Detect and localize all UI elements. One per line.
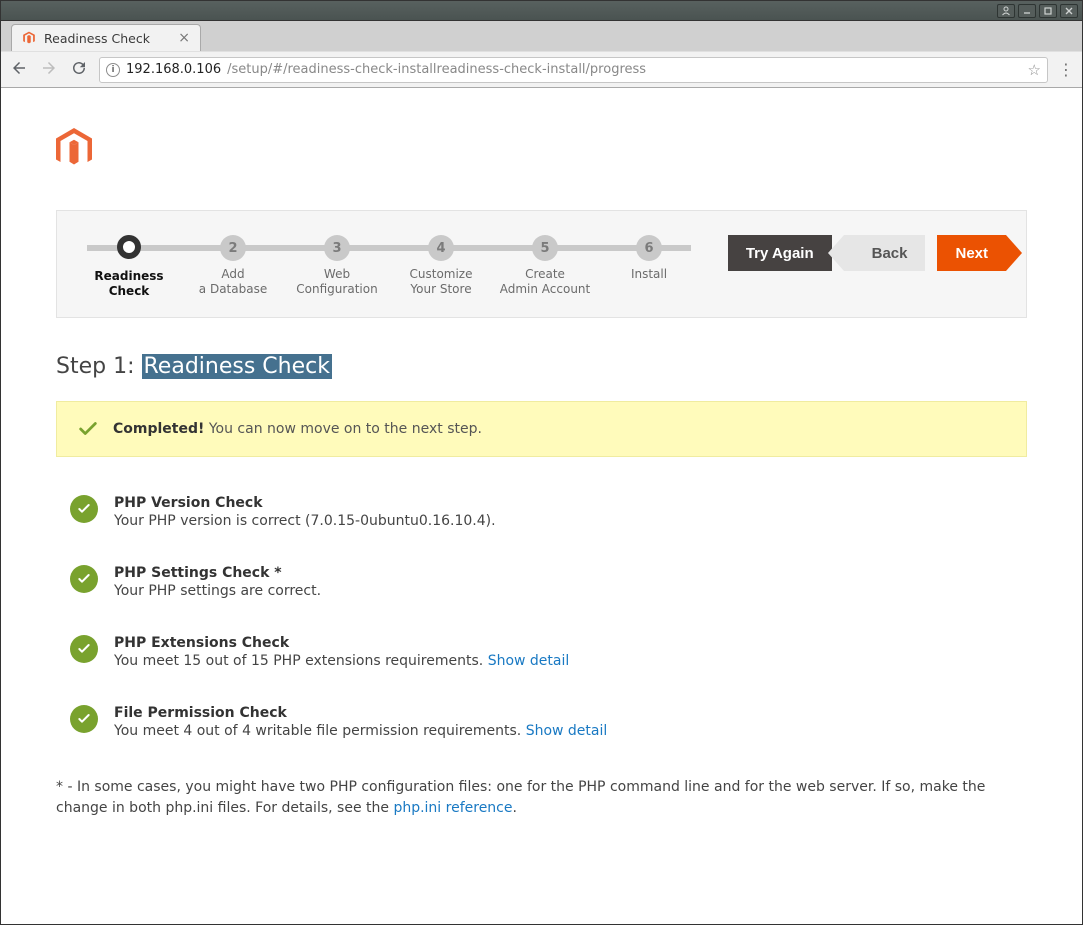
nav-forward-icon <box>39 59 59 81</box>
bookmark-star-icon[interactable]: ☆ <box>1028 61 1041 79</box>
page-title: Step 1: Readiness Check <box>56 354 1027 379</box>
url-path: /setup/#/readiness-check-installreadines… <box>227 62 646 77</box>
footnote-text-before: * - In some cases, you might have two PH… <box>56 779 985 816</box>
wizard-step-label: CreateAdmin Account <box>493 267 597 297</box>
magento-logo-icon <box>56 128 1027 170</box>
page-title-highlight: Readiness Check <box>142 354 332 379</box>
banner-strong: Completed! <box>113 421 204 437</box>
check-item: PHP Version Check Your PHP version is co… <box>56 481 1027 551</box>
os-maximize-button[interactable] <box>1039 4 1057 18</box>
check-title: File Permission Check <box>114 705 607 721</box>
wizard-step-3[interactable]: 3 WebConfiguration <box>285 235 389 297</box>
browser-toolbar: i 192.168.0.106/setup/#/readiness-check-… <box>1 51 1082 87</box>
wizard-actions: Try Again Back Next <box>728 235 1006 271</box>
site-info-icon[interactable]: i <box>106 63 120 77</box>
checkmark-icon <box>77 418 99 440</box>
wizard-step-6[interactable]: 6 Install <box>597 235 701 282</box>
page-scroll[interactable]: ReadinessCheck 2 Adda Database 3 WebConf… <box>1 88 1082 924</box>
check-title: PHP Extensions Check <box>114 635 569 651</box>
browser-menu-icon[interactable]: ⋮ <box>1058 60 1074 79</box>
wizard-step-dot: 6 <box>636 235 662 261</box>
try-again-button[interactable]: Try Again <box>728 235 832 271</box>
wizard-step-1[interactable]: ReadinessCheck <box>77 235 181 299</box>
phpini-reference-link[interactable]: php.ini reference <box>393 800 512 816</box>
check-title: PHP Version Check <box>114 495 496 511</box>
browser-tab-title: Readiness Check <box>44 31 150 46</box>
os-titlebar <box>1 1 1082 21</box>
check-item: PHP Extensions Check You meet 15 out of … <box>56 621 1027 691</box>
ok-badge-icon <box>70 495 98 523</box>
tab-close-icon[interactable]: × <box>178 30 190 46</box>
page-body: ReadinessCheck 2 Adda Database 3 WebConf… <box>1 88 1082 879</box>
ok-badge-icon <box>70 565 98 593</box>
banner-rest: You can now move on to the next step. <box>204 421 482 437</box>
os-user-button[interactable] <box>997 4 1015 18</box>
banner-text: Completed! You can now move on to the ne… <box>113 421 482 437</box>
wizard-step-4[interactable]: 4 CustomizeYour Store <box>389 235 493 297</box>
os-minimize-button[interactable] <box>1018 4 1036 18</box>
wizard-step-dot: 2 <box>220 235 246 261</box>
checks-list: PHP Version Check Your PHP version is co… <box>56 481 1027 761</box>
back-button[interactable]: Back <box>844 235 926 271</box>
next-button[interactable]: Next <box>937 235 1006 271</box>
check-item: PHP Settings Check * Your PHP settings a… <box>56 551 1027 621</box>
browser-tabbar: Readiness Check × <box>1 21 1082 51</box>
wizard-step-label: Install <box>597 267 701 282</box>
ok-badge-icon <box>70 705 98 733</box>
wizard-bar: ReadinessCheck 2 Adda Database 3 WebConf… <box>56 210 1027 318</box>
nav-reload-icon[interactable] <box>69 59 89 81</box>
ok-badge-icon <box>70 635 98 663</box>
wizard-step-dot: 3 <box>324 235 350 261</box>
wizard-step-dot: 5 <box>532 235 558 261</box>
wizard-step-label: CustomizeYour Store <box>389 267 493 297</box>
wizard-steps: ReadinessCheck 2 Adda Database 3 WebConf… <box>77 235 701 299</box>
wizard-step-label: Adda Database <box>181 267 285 297</box>
browser-chrome: Readiness Check × i 192.168.0.106/setup/… <box>1 21 1082 88</box>
check-desc: Your PHP version is correct (7.0.15-0ubu… <box>114 513 496 529</box>
check-desc: You meet 15 out of 15 PHP extensions req… <box>114 653 569 669</box>
url-host: 192.168.0.106 <box>126 62 221 77</box>
check-desc: You meet 4 out of 4 writable file permis… <box>114 723 607 739</box>
page-title-prefix: Step 1: <box>56 354 142 379</box>
check-title: PHP Settings Check * <box>114 565 321 581</box>
wizard-step-label: ReadinessCheck <box>77 269 181 299</box>
browser-tab[interactable]: Readiness Check × <box>11 24 201 51</box>
wizard-step-dot: 4 <box>428 235 454 261</box>
footnote: * - In some cases, you might have two PH… <box>56 777 1027 819</box>
wizard-step-label: WebConfiguration <box>285 267 389 297</box>
check-item: File Permission Check You meet 4 out of … <box>56 691 1027 761</box>
nav-back-icon[interactable] <box>9 59 29 81</box>
wizard-step-5[interactable]: 5 CreateAdmin Account <box>493 235 597 297</box>
magento-favicon-icon <box>22 31 36 45</box>
show-detail-link[interactable]: Show detail <box>488 653 570 669</box>
os-close-button[interactable] <box>1060 4 1078 18</box>
check-desc: Your PHP settings are correct. <box>114 583 321 599</box>
address-bar[interactable]: i 192.168.0.106/setup/#/readiness-check-… <box>99 57 1048 83</box>
show-detail-link[interactable]: Show detail <box>526 723 608 739</box>
wizard-step-dot <box>117 235 141 259</box>
footnote-text-after: . <box>513 800 517 816</box>
completed-banner: Completed! You can now move on to the ne… <box>56 401 1027 457</box>
wizard-step-2[interactable]: 2 Adda Database <box>181 235 285 297</box>
